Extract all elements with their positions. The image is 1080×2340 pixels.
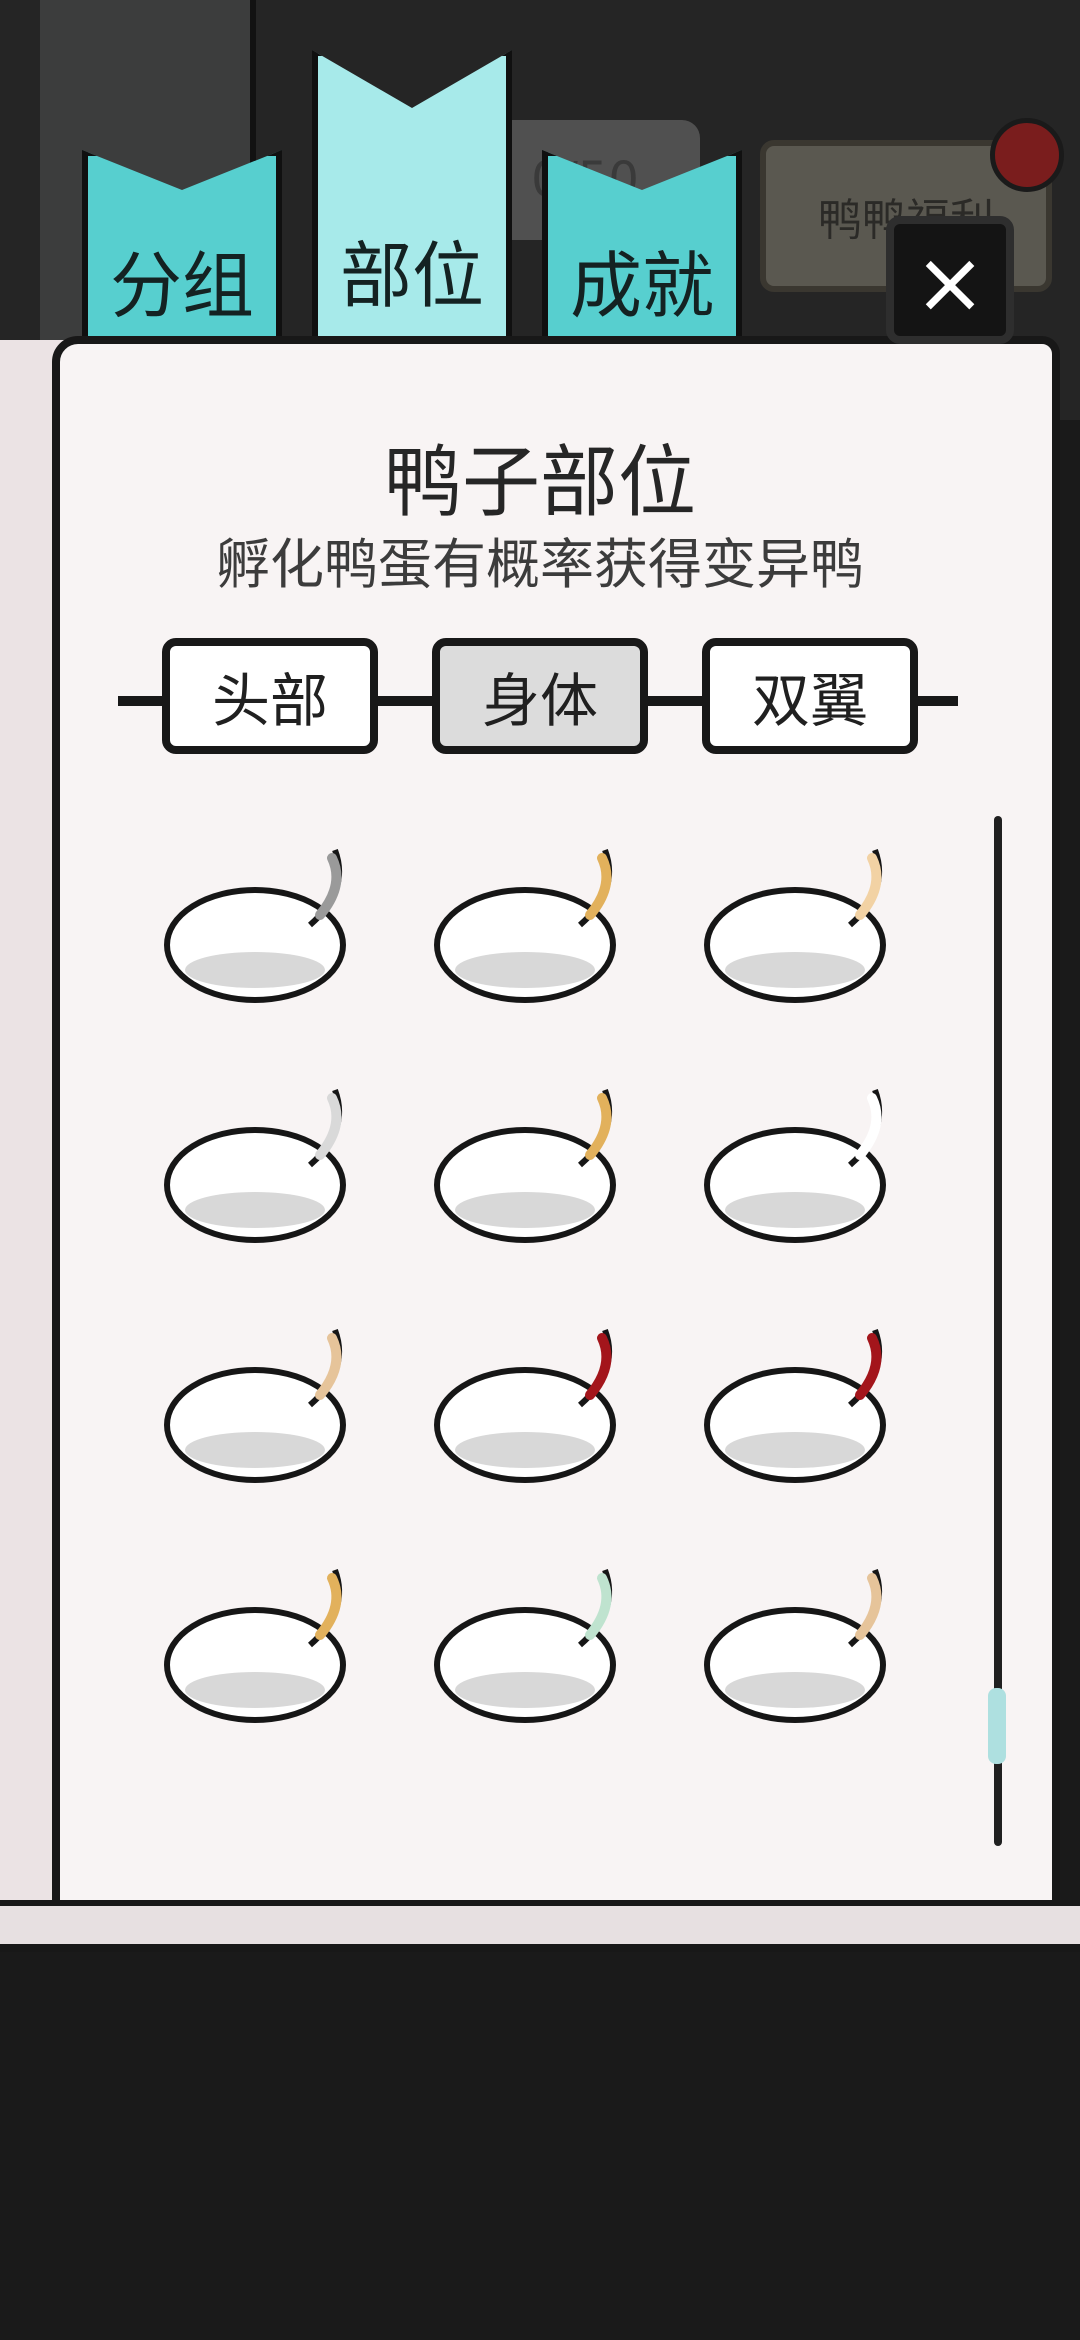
spotted-tail-body-icon: [164, 1328, 346, 1483]
tab-group-label: 分组: [109, 244, 254, 328]
part-slot[interactable]: [150, 1310, 370, 1500]
scrollbar-thumb[interactable]: [988, 1688, 1006, 1764]
book-bottom-edge: [0, 1900, 1080, 1952]
part-slot[interactable]: [420, 1070, 640, 1260]
zombie-duck-body-icon: [164, 848, 346, 1003]
part-slot[interactable]: [690, 830, 910, 1020]
striped-scarf-body-icon: [704, 1328, 886, 1483]
part-slot[interactable]: [150, 1070, 370, 1260]
close-button[interactable]: ×: [886, 216, 1014, 344]
curled-tail-body-icon: [704, 848, 886, 1003]
part-slot[interactable]: [420, 1310, 640, 1500]
category-body-label: 身体: [481, 667, 598, 735]
part-slot[interactable]: [690, 1310, 910, 1500]
part-slot[interactable]: [150, 1550, 370, 1740]
part-slot[interactable]: [690, 1070, 910, 1260]
round-duck-body-icon: [704, 1088, 886, 1243]
feather-tail-body-icon: [704, 1568, 886, 1723]
samurai-duck-body-icon: [434, 1328, 616, 1483]
plain-duck-body-icon: [434, 848, 616, 1003]
tab-achievements-label: 成就: [569, 244, 714, 328]
category-head-button[interactable]: 头部: [162, 638, 378, 754]
part-slot[interactable]: [690, 1550, 910, 1740]
panel-title: 鸭子部位: [383, 438, 696, 528]
balloon-duck-body-icon: [434, 1568, 616, 1723]
notification-dot-icon: [990, 118, 1064, 192]
part-slot[interactable]: [420, 1550, 640, 1740]
close-icon: ×: [913, 233, 987, 333]
category-wings-button[interactable]: 双翼: [702, 638, 918, 754]
panel-subtitle: 孵化鸭蛋有概率获得变异鸭: [216, 533, 864, 596]
scarf-duck-body-icon: [164, 1568, 346, 1723]
pixel-duck-body-icon: [164, 1088, 346, 1243]
sitting-duck-body-icon: [434, 1088, 616, 1243]
tab-parts-label: 部位: [339, 234, 484, 318]
part-slot[interactable]: [420, 830, 640, 1020]
parts-grid: [150, 830, 930, 1840]
part-slot[interactable]: [150, 830, 370, 1020]
category-body-button[interactable]: 身体: [432, 638, 648, 754]
category-wings-label: 双翼: [751, 667, 868, 735]
category-head-label: 头部: [211, 667, 328, 735]
